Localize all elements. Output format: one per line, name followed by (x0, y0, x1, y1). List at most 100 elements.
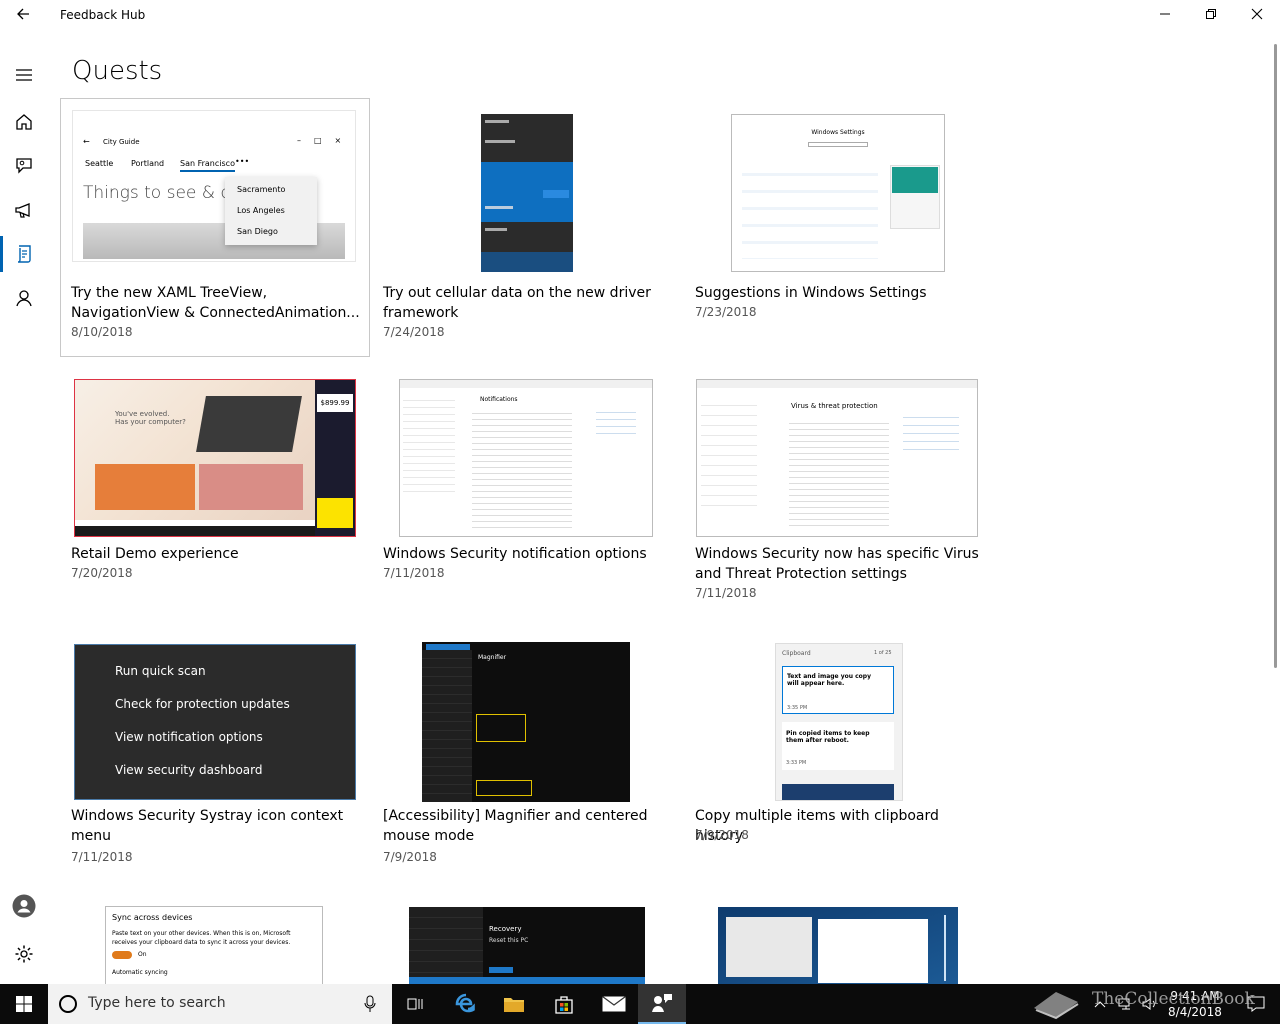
thumb-tagline: Has your computer? (115, 418, 186, 426)
quest-thumbnail: Clipboard 1 of 25 Text and image you cop… (775, 643, 903, 801)
hamburger-menu-button[interactable] (0, 53, 48, 97)
thumb-toggle-label: On (138, 951, 147, 958)
quests-grid: ← City Guide –□× Seattle Portland San Fr… (48, 96, 1272, 984)
quest-title: Try the new XAML TreeView, NavigationVie… (71, 285, 360, 321)
thumb-headline: Things to see & do (83, 183, 242, 203)
thumb-back-icon: ← (83, 137, 90, 146)
quest-date: 8/10/2018 (71, 325, 133, 339)
search-placeholder: Type here to search (88, 995, 226, 1011)
quest-date: 7/20/2018 (71, 566, 133, 580)
thumb-photo-tile (95, 464, 195, 510)
navigation-pane (0, 32, 48, 984)
quest-card[interactable]: Sync across devices Paste text on your o… (61, 904, 369, 984)
thumb-window (818, 919, 928, 983)
nav-achievements[interactable] (0, 276, 48, 320)
thumb-suggestion-image (892, 167, 938, 193)
minimize-button[interactable] (1142, 0, 1188, 32)
close-button[interactable] (1234, 0, 1280, 32)
quests-icon (17, 245, 31, 263)
thumb-sidebar (403, 394, 455, 494)
quest-date: 7/9/2018 (383, 850, 437, 864)
thumb-blue-bar (409, 977, 645, 984)
thumb-help-links (903, 410, 959, 450)
thumb-clipboard-item: Pin copied items to keep them after rebo… (782, 722, 894, 770)
gear-icon (15, 945, 33, 963)
thumb-timeline (944, 915, 946, 981)
thumb-context-menu-item: View notification options (115, 730, 263, 744)
file-explorer-button[interactable] (490, 984, 538, 1024)
thumb-logo (317, 498, 353, 528)
minimize-icon (1160, 13, 1170, 15)
quest-card[interactable]: Clipboard 1 of 25 Text and image you cop… (685, 640, 993, 870)
thumb-sub: Automatic syncing (112, 969, 168, 976)
thumb-search-box (808, 142, 868, 147)
thumb-get-started-button (489, 967, 513, 973)
quest-card[interactable]: Virus & threat protection Windows Securi… (685, 376, 993, 616)
thumb-heading: Windows Settings (811, 129, 865, 136)
thumb-body: Paste text on your other devices. When t… (112, 930, 291, 946)
task-view-button[interactable] (392, 984, 440, 1024)
quest-card[interactable]: ← City Guide –□× Seattle Portland San Fr… (60, 98, 370, 357)
quest-thumbnail: Run quick scan Check for protection upda… (74, 644, 356, 800)
app-title: Feedback Hub (60, 8, 146, 22)
nav-settings[interactable] (0, 932, 48, 976)
quest-thumbnail: Sync across devices Paste text on your o… (105, 906, 323, 984)
restore-button[interactable] (1188, 0, 1234, 32)
mail-button[interactable] (590, 984, 638, 1024)
thumb-line (485, 120, 509, 123)
quest-card[interactable]: Notifications Windows Security notificat… (373, 376, 681, 596)
nav-account[interactable] (0, 884, 48, 928)
quest-date: 7/11/2018 (695, 586, 757, 600)
nav-feedback[interactable] (0, 144, 48, 188)
thumb-quick-actions (481, 252, 573, 272)
taskbar-search-box[interactable]: Type here to search (48, 984, 392, 1024)
folder-icon (504, 998, 524, 1012)
quest-title: Windows Security now has specific Virus … (695, 546, 979, 582)
quest-date: 7/23/2018 (695, 305, 757, 319)
scrollbar[interactable] (1274, 44, 1277, 668)
watermark-text: TheCollectionBook (1092, 989, 1255, 1009)
quest-card[interactable]: You've evolved. Has your computer? $899.… (61, 376, 369, 596)
store-button[interactable] (540, 984, 588, 1024)
nav-quests[interactable] (0, 232, 48, 276)
thumb-tagline: You've evolved. (115, 410, 170, 418)
nav-home[interactable] (0, 100, 48, 144)
thumb-price: $899.99 (317, 394, 353, 412)
quest-card[interactable]: Try out cellular data on the new driver … (373, 99, 681, 356)
quest-thumbnail: You've evolved. Has your computer? $899.… (74, 379, 356, 537)
quest-card[interactable]: Windows Settings Suggestions in Windows … (685, 99, 993, 356)
quest-card[interactable]: Run quick scan Check for protection upda… (61, 640, 369, 870)
quest-title: [Accessibility] Magnifier and centered m… (383, 808, 648, 844)
title-bar: Feedback Hub (0, 0, 1280, 32)
quest-title: Windows Security notification options (383, 546, 647, 562)
thumb-photo-tile (199, 464, 303, 510)
quest-title: Suggestions in Windows Settings (695, 285, 927, 301)
edge-button[interactable] (442, 984, 490, 1024)
start-button[interactable] (0, 984, 48, 1024)
quest-thumbnail: Windows Settings (731, 114, 945, 272)
thumb-laptop (196, 396, 302, 452)
quest-card[interactable]: Recovery Reset this PC (373, 904, 681, 984)
back-arrow-icon (17, 8, 29, 20)
page-title: Quests (72, 56, 163, 86)
windows-logo-icon (16, 996, 32, 1012)
microphone-icon[interactable] (364, 995, 376, 1013)
quest-thumbnail (718, 907, 958, 984)
quest-date: 7/11/2018 (383, 566, 445, 580)
thumb-clipboard-time: 3:33 PM (786, 760, 807, 766)
back-button[interactable] (10, 6, 36, 26)
cortana-icon (59, 995, 77, 1013)
thumb-content-lines (789, 418, 889, 530)
quest-thumbnail: Magnifier (422, 642, 630, 802)
nav-announcements[interactable] (0, 188, 48, 232)
thumb-content-lines (472, 408, 572, 528)
feedback-hub-taskbar-button[interactable] (638, 984, 686, 1024)
thumb-sidebar (409, 907, 483, 984)
quest-card[interactable] (685, 904, 993, 984)
quest-title: Try out cellular data on the new driver … (383, 285, 651, 321)
hamburger-icon (16, 69, 32, 81)
quest-card[interactable]: Magnifier [Accessibility] Magnifier and … (373, 640, 681, 870)
thumb-settings-grid (742, 159, 878, 259)
thumb-menu-item: Los Angeles (237, 206, 285, 215)
thumb-side-panel: $899.99 (315, 380, 355, 536)
